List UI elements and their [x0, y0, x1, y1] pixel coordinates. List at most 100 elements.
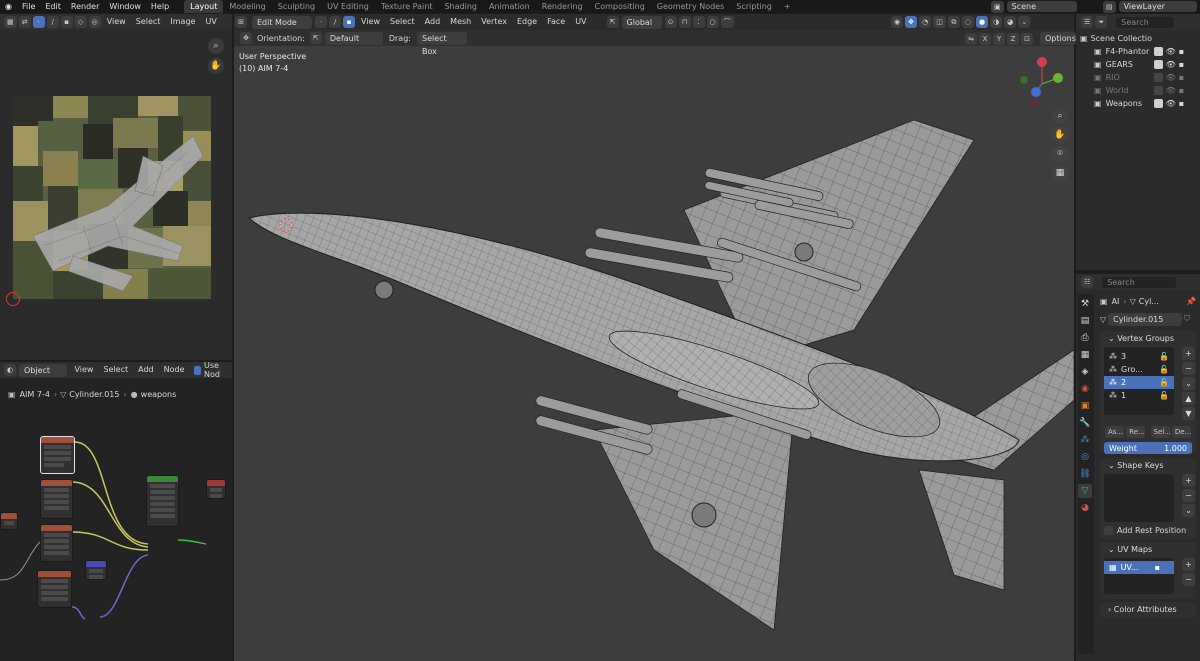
- tab-animation[interactable]: Animation: [483, 0, 536, 13]
- eye-icon[interactable]: 👁: [1163, 71, 1179, 84]
- uv-menu-uv[interactable]: UV: [200, 14, 221, 30]
- auto-merge-icon[interactable]: ⊡: [1021, 32, 1033, 45]
- camera-icon[interactable]: ⌾: [1052, 146, 1068, 162]
- proportional-edit-icon[interactable]: ○: [706, 16, 719, 28]
- viewport-menu-edge[interactable]: Edge: [512, 14, 542, 30]
- face-select-icon[interactable]: ▪: [60, 16, 73, 28]
- list-item-selected[interactable]: ▦ UV... ▪: [1104, 561, 1174, 574]
- image-texture-node[interactable]: [40, 436, 75, 474]
- menu-edit[interactable]: Edit: [40, 0, 66, 13]
- remove-uv-map-button[interactable]: −: [1182, 573, 1195, 586]
- particles-tab-icon[interactable]: ⁂: [1078, 433, 1092, 447]
- outliner-item[interactable]: ▣ RIO 👁 ▪: [1076, 71, 1200, 84]
- 3d-viewport[interactable]: User Perspective (10) AIM 7-4 ⌕ ✋ ⌾ ▦: [234, 30, 1074, 661]
- mirror-z-toggle[interactable]: Z: [1007, 32, 1019, 45]
- principled-bsdf-node[interactable]: [146, 475, 179, 527]
- use-nodes-checkbox[interactable]: [193, 365, 202, 375]
- vertex-select-icon[interactable]: ·: [32, 16, 45, 28]
- tab-layout[interactable]: Layout: [184, 0, 224, 13]
- node-menu-view[interactable]: View: [69, 362, 98, 378]
- pan-hand-icon[interactable]: ✋: [1052, 127, 1068, 143]
- outliner-item[interactable]: ▣ F4-Phantor 👁 ▪: [1076, 45, 1200, 58]
- uv-menu-select[interactable]: Select: [131, 14, 166, 30]
- viewport-menu-uv[interactable]: UV: [570, 14, 591, 30]
- view-layer-tab-icon[interactable]: ▦: [1078, 348, 1092, 362]
- include-checkbox[interactable]: [1153, 86, 1163, 95]
- material-tab-icon[interactable]: ◕: [1078, 501, 1092, 515]
- uv-maps-list[interactable]: ▦ UV... ▪: [1104, 558, 1174, 594]
- menu-help[interactable]: Help: [146, 0, 174, 13]
- texture-coordinate-node[interactable]: [0, 512, 18, 530]
- rendered-shading-icon[interactable]: ◕: [1004, 16, 1017, 28]
- shape-key-specials-icon[interactable]: ⌄: [1182, 504, 1195, 517]
- eye-icon[interactable]: 👁: [1163, 45, 1179, 58]
- properties-type-icon[interactable]: ☷: [1081, 276, 1094, 288]
- add-uv-map-button[interactable]: +: [1182, 558, 1195, 571]
- image-texture-node-3[interactable]: [40, 524, 73, 562]
- world-tab-icon[interactable]: ◉: [1078, 382, 1092, 396]
- drag-dropdown[interactable]: Select Box: [416, 31, 467, 56]
- camera-icon[interactable]: ▪: [1179, 45, 1184, 58]
- mirror-x-toggle[interactable]: X: [979, 32, 991, 45]
- assign-button[interactable]: As...: [1105, 426, 1125, 438]
- camera-icon[interactable]: ▪: [1179, 71, 1184, 84]
- grid-view-icon[interactable]: ▦: [1052, 165, 1068, 181]
- include-checkbox[interactable]: [1153, 60, 1163, 69]
- viewport-menu-face[interactable]: Face: [542, 14, 570, 30]
- outliner-item[interactable]: ▣ World 👁 ▪: [1076, 84, 1200, 97]
- viewport-menu-select[interactable]: Select: [385, 14, 420, 30]
- navigation-gizmo[interactable]: [1014, 52, 1068, 106]
- blender-logo-icon[interactable]: ◉: [0, 0, 17, 13]
- outliner-search[interactable]: Search: [1116, 16, 1175, 28]
- vertex-mode-icon[interactable]: ·: [315, 16, 327, 28]
- material-shading-icon[interactable]: ◑: [990, 16, 1003, 28]
- falloff-icon[interactable]: ⌒: [720, 16, 734, 28]
- tab-sculpting[interactable]: Sculpting: [272, 0, 321, 13]
- remove-button[interactable]: Re...: [1126, 426, 1146, 438]
- menu-file[interactable]: File: [17, 0, 40, 13]
- outliner-item[interactable]: ▣ GEARS 👁 ▪: [1076, 58, 1200, 71]
- node-menu-select[interactable]: Select: [98, 362, 133, 378]
- image-texture-node-4[interactable]: [37, 570, 72, 608]
- viewport-menu-add[interactable]: Add: [420, 14, 446, 30]
- breadcrumb-mesh[interactable]: Cylinder.015: [69, 390, 119, 399]
- list-item[interactable]: ⁂ 1 🔓: [1104, 389, 1174, 402]
- mesh-name-field[interactable]: Cylinder.015: [1108, 312, 1183, 326]
- deselect-button[interactable]: De...: [1171, 426, 1191, 438]
- tool-tab-icon[interactable]: ⚒: [1078, 297, 1092, 311]
- camera-icon[interactable]: ▪: [1179, 58, 1184, 71]
- edge-select-icon[interactable]: /: [46, 16, 59, 28]
- snap-icon[interactable]: ⊓: [678, 16, 691, 28]
- scene-icon[interactable]: ▣: [991, 0, 1004, 13]
- orientation-dropdown[interactable]: Default: [324, 31, 383, 45]
- xray-icon[interactable]: ⧉: [947, 16, 960, 28]
- include-checkbox[interactable]: [1153, 47, 1163, 56]
- move-tool-icon[interactable]: ✥: [240, 32, 252, 44]
- uv-menu-view[interactable]: View: [102, 14, 131, 30]
- fake-user-shield-icon[interactable]: ⛉: [1184, 314, 1190, 324]
- lock-icon[interactable]: 🔓: [1159, 389, 1169, 402]
- vertex-groups-list[interactable]: ⁂ 3 🔓 ⁂ Gro... 🔓 ⁂ 2 🔓 ⁂ 1 🔓: [1104, 347, 1174, 415]
- uv-maps-header[interactable]: ⌄ UV Maps: [1100, 542, 1196, 558]
- mesh-edit-overlay-icon[interactable]: ◫: [933, 16, 946, 28]
- menu-render[interactable]: Render: [66, 0, 104, 13]
- island-select-icon[interactable]: ◇: [74, 16, 87, 28]
- node-menu-node[interactable]: Node: [159, 362, 190, 378]
- shape-keys-list[interactable]: [1104, 474, 1174, 522]
- image-texture-node-2[interactable]: [40, 479, 73, 519]
- move-down-icon[interactable]: ▼: [1182, 407, 1195, 420]
- 3d-view-type-icon[interactable]: ⊞: [235, 16, 247, 28]
- zoom-icon[interactable]: ⌕: [1052, 108, 1068, 124]
- node-mode-dropdown[interactable]: Object: [19, 363, 68, 377]
- add-shape-key-button[interactable]: +: [1182, 474, 1195, 487]
- add-workspace-button[interactable]: +: [778, 0, 797, 13]
- viewport-menu-vertex[interactable]: Vertex: [476, 14, 512, 30]
- aircraft-mesh[interactable]: [234, 30, 1074, 661]
- filter-icon[interactable]: ⏷: [1095, 16, 1108, 28]
- editor-type-icon[interactable]: ▦: [4, 16, 17, 28]
- options-dropdown[interactable]: Options: [1040, 32, 1076, 45]
- face-mode-icon[interactable]: ▪: [343, 16, 355, 28]
- visibility-icon[interactable]: ◉: [891, 16, 904, 28]
- output-tab-icon[interactable]: ⎙: [1078, 331, 1092, 345]
- lock-icon[interactable]: 🔓: [1159, 350, 1169, 363]
